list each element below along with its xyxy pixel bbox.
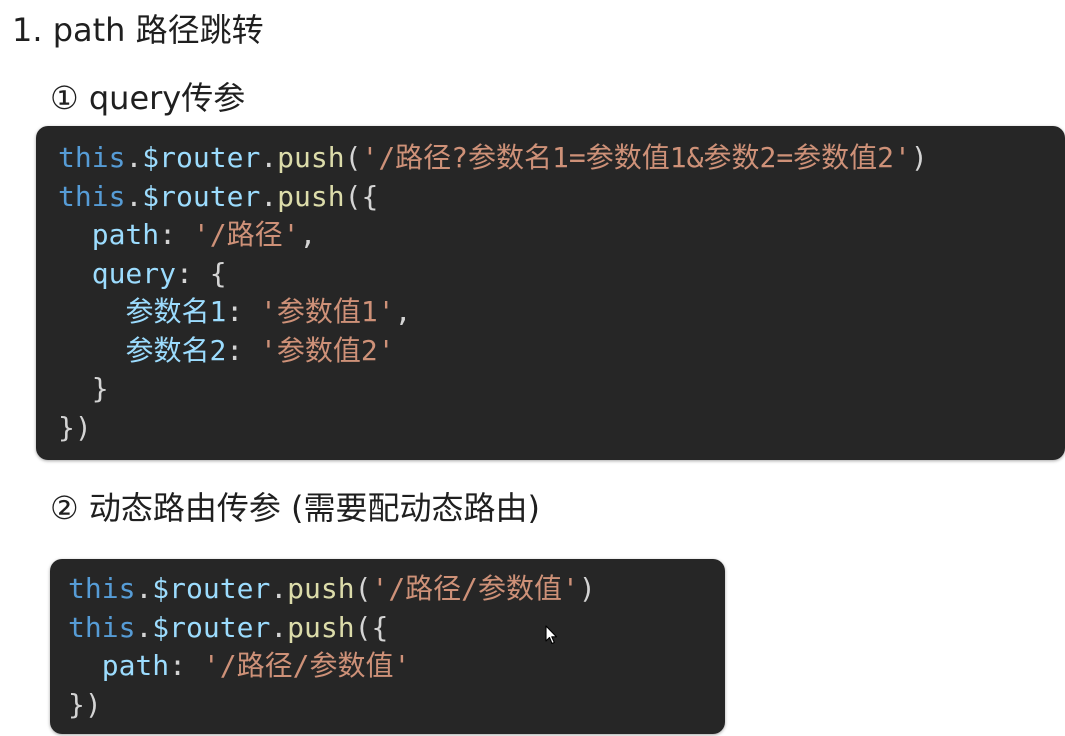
punctuation-token: . xyxy=(260,141,278,174)
code-line: this.$router.push({ xyxy=(68,609,725,648)
code-line: }) xyxy=(68,686,725,725)
identifier-token: query xyxy=(91,256,177,290)
punctuation-token xyxy=(58,218,92,251)
keyword-token: this xyxy=(68,610,136,644)
function-token: push xyxy=(277,141,345,174)
punctuation-token: ) xyxy=(910,141,928,174)
code-line: this.$router.push({ xyxy=(58,178,1065,217)
function-token: push xyxy=(287,610,355,644)
punctuation-token: : { xyxy=(176,256,227,290)
punctuation-token: } xyxy=(58,372,109,405)
punctuation-token: }) xyxy=(68,687,102,721)
function-token: push xyxy=(287,572,355,605)
code-line: path: '/路径', xyxy=(58,216,1065,255)
punctuation-token: }) xyxy=(58,410,92,444)
punctuation-token: . xyxy=(125,179,143,213)
keyword-token: this xyxy=(58,141,126,174)
identifier-token: $router xyxy=(142,179,261,213)
code-line: this.$router.push('/路径/参数值') xyxy=(68,570,725,609)
punctuation-token: : xyxy=(226,333,261,367)
code-line: this.$router.push('/路径?参数名1=参数值1&参数2=参数值… xyxy=(58,139,1065,178)
identifier-token: 参数名2 xyxy=(125,333,227,367)
punctuation-token: ( xyxy=(354,572,372,605)
mouse-pointer-icon xyxy=(545,625,558,645)
identifier-token: 参数名1 xyxy=(125,295,227,328)
punctuation-token: . xyxy=(135,610,153,644)
code-line: }) xyxy=(58,409,1065,448)
identifier-token: $router xyxy=(152,610,271,644)
punctuation-token: . xyxy=(270,572,288,605)
punctuation-token: . xyxy=(270,610,288,644)
dynamic-route-code-block: this.$router.push('/路径/参数值') this.$route… xyxy=(50,559,725,734)
identifier-token: path xyxy=(101,649,170,682)
string-token: '/路径/参数值' xyxy=(202,649,411,682)
punctuation-token: ({ xyxy=(354,610,389,644)
punctuation-token: ({ xyxy=(344,179,379,213)
code-line: query: { xyxy=(58,255,1065,294)
punctuation-token xyxy=(58,334,125,367)
punctuation-token: ) xyxy=(578,572,596,605)
code-line: } xyxy=(58,370,1065,409)
string-token: '参数值2' xyxy=(260,333,395,367)
code-line: 参数名2: '参数值2' xyxy=(58,332,1065,371)
page-heading: 1. path 路径跳转 xyxy=(12,11,264,49)
punctuation-token: , xyxy=(299,218,317,251)
punctuation-token xyxy=(58,257,92,290)
identifier-token: $router xyxy=(142,141,261,174)
punctuation-token: . xyxy=(135,572,153,605)
dynamic-route-section-heading: ② 动态路由传参 (需要配动态路由) xyxy=(50,489,541,527)
punctuation-token: : xyxy=(169,649,203,682)
function-token: push xyxy=(277,179,345,213)
string-token: '/路径/参数值' xyxy=(371,572,579,605)
code-line: 参数名1: '参数值1', xyxy=(58,293,1065,332)
punctuation-token xyxy=(68,649,102,682)
identifier-token: path xyxy=(91,218,160,251)
keyword-token: this xyxy=(58,179,126,213)
punctuation-token: : xyxy=(159,218,193,251)
punctuation-token: : xyxy=(226,295,261,328)
keyword-token: this xyxy=(68,572,136,605)
punctuation-token xyxy=(58,295,125,328)
punctuation-token: . xyxy=(125,141,143,174)
string-token: '参数值1' xyxy=(260,295,395,328)
punctuation-token: , xyxy=(394,295,412,328)
string-token: '/路径' xyxy=(192,218,300,251)
query-section-heading: ① query传参 xyxy=(50,79,246,117)
code-line: path: '/路径/参数值' xyxy=(68,647,725,686)
punctuation-token: ( xyxy=(344,141,362,174)
identifier-token: $router xyxy=(152,572,271,605)
query-code-block: this.$router.push('/路径?参数名1=参数值1&参数2=参数值… xyxy=(36,126,1065,460)
string-token: '/路径?参数名1=参数值1&参数2=参数值2' xyxy=(361,141,911,174)
punctuation-token: . xyxy=(260,179,278,213)
